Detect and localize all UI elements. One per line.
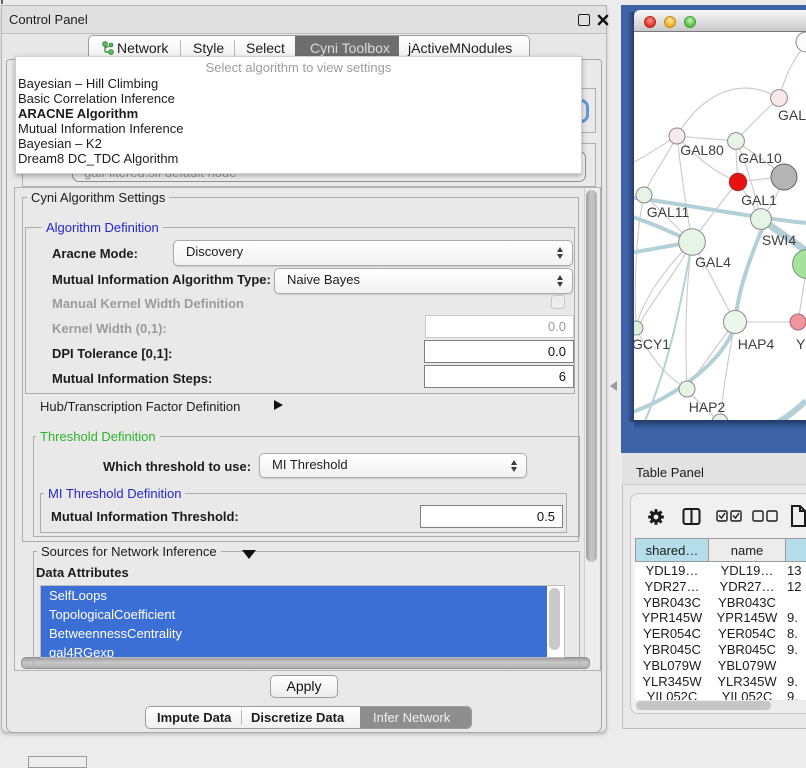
svg-text:GAL1: GAL1 <box>741 192 777 208</box>
svg-text:GAL10: GAL10 <box>738 150 782 166</box>
svg-text:HAP4: HAP4 <box>738 336 775 352</box>
svg-text:YM: YM <box>796 336 806 352</box>
svg-text:GAL7: GAL7 <box>778 107 806 123</box>
svg-text:GAL80: GAL80 <box>680 142 724 158</box>
svg-text:SWI4: SWI4 <box>762 232 796 248</box>
svg-text:GAL11: GAL11 <box>647 204 690 220</box>
svg-text:HAP2: HAP2 <box>689 399 726 415</box>
svg-text:GCY1: GCY1 <box>634 336 670 352</box>
svg-text:GAL4: GAL4 <box>695 254 731 270</box>
